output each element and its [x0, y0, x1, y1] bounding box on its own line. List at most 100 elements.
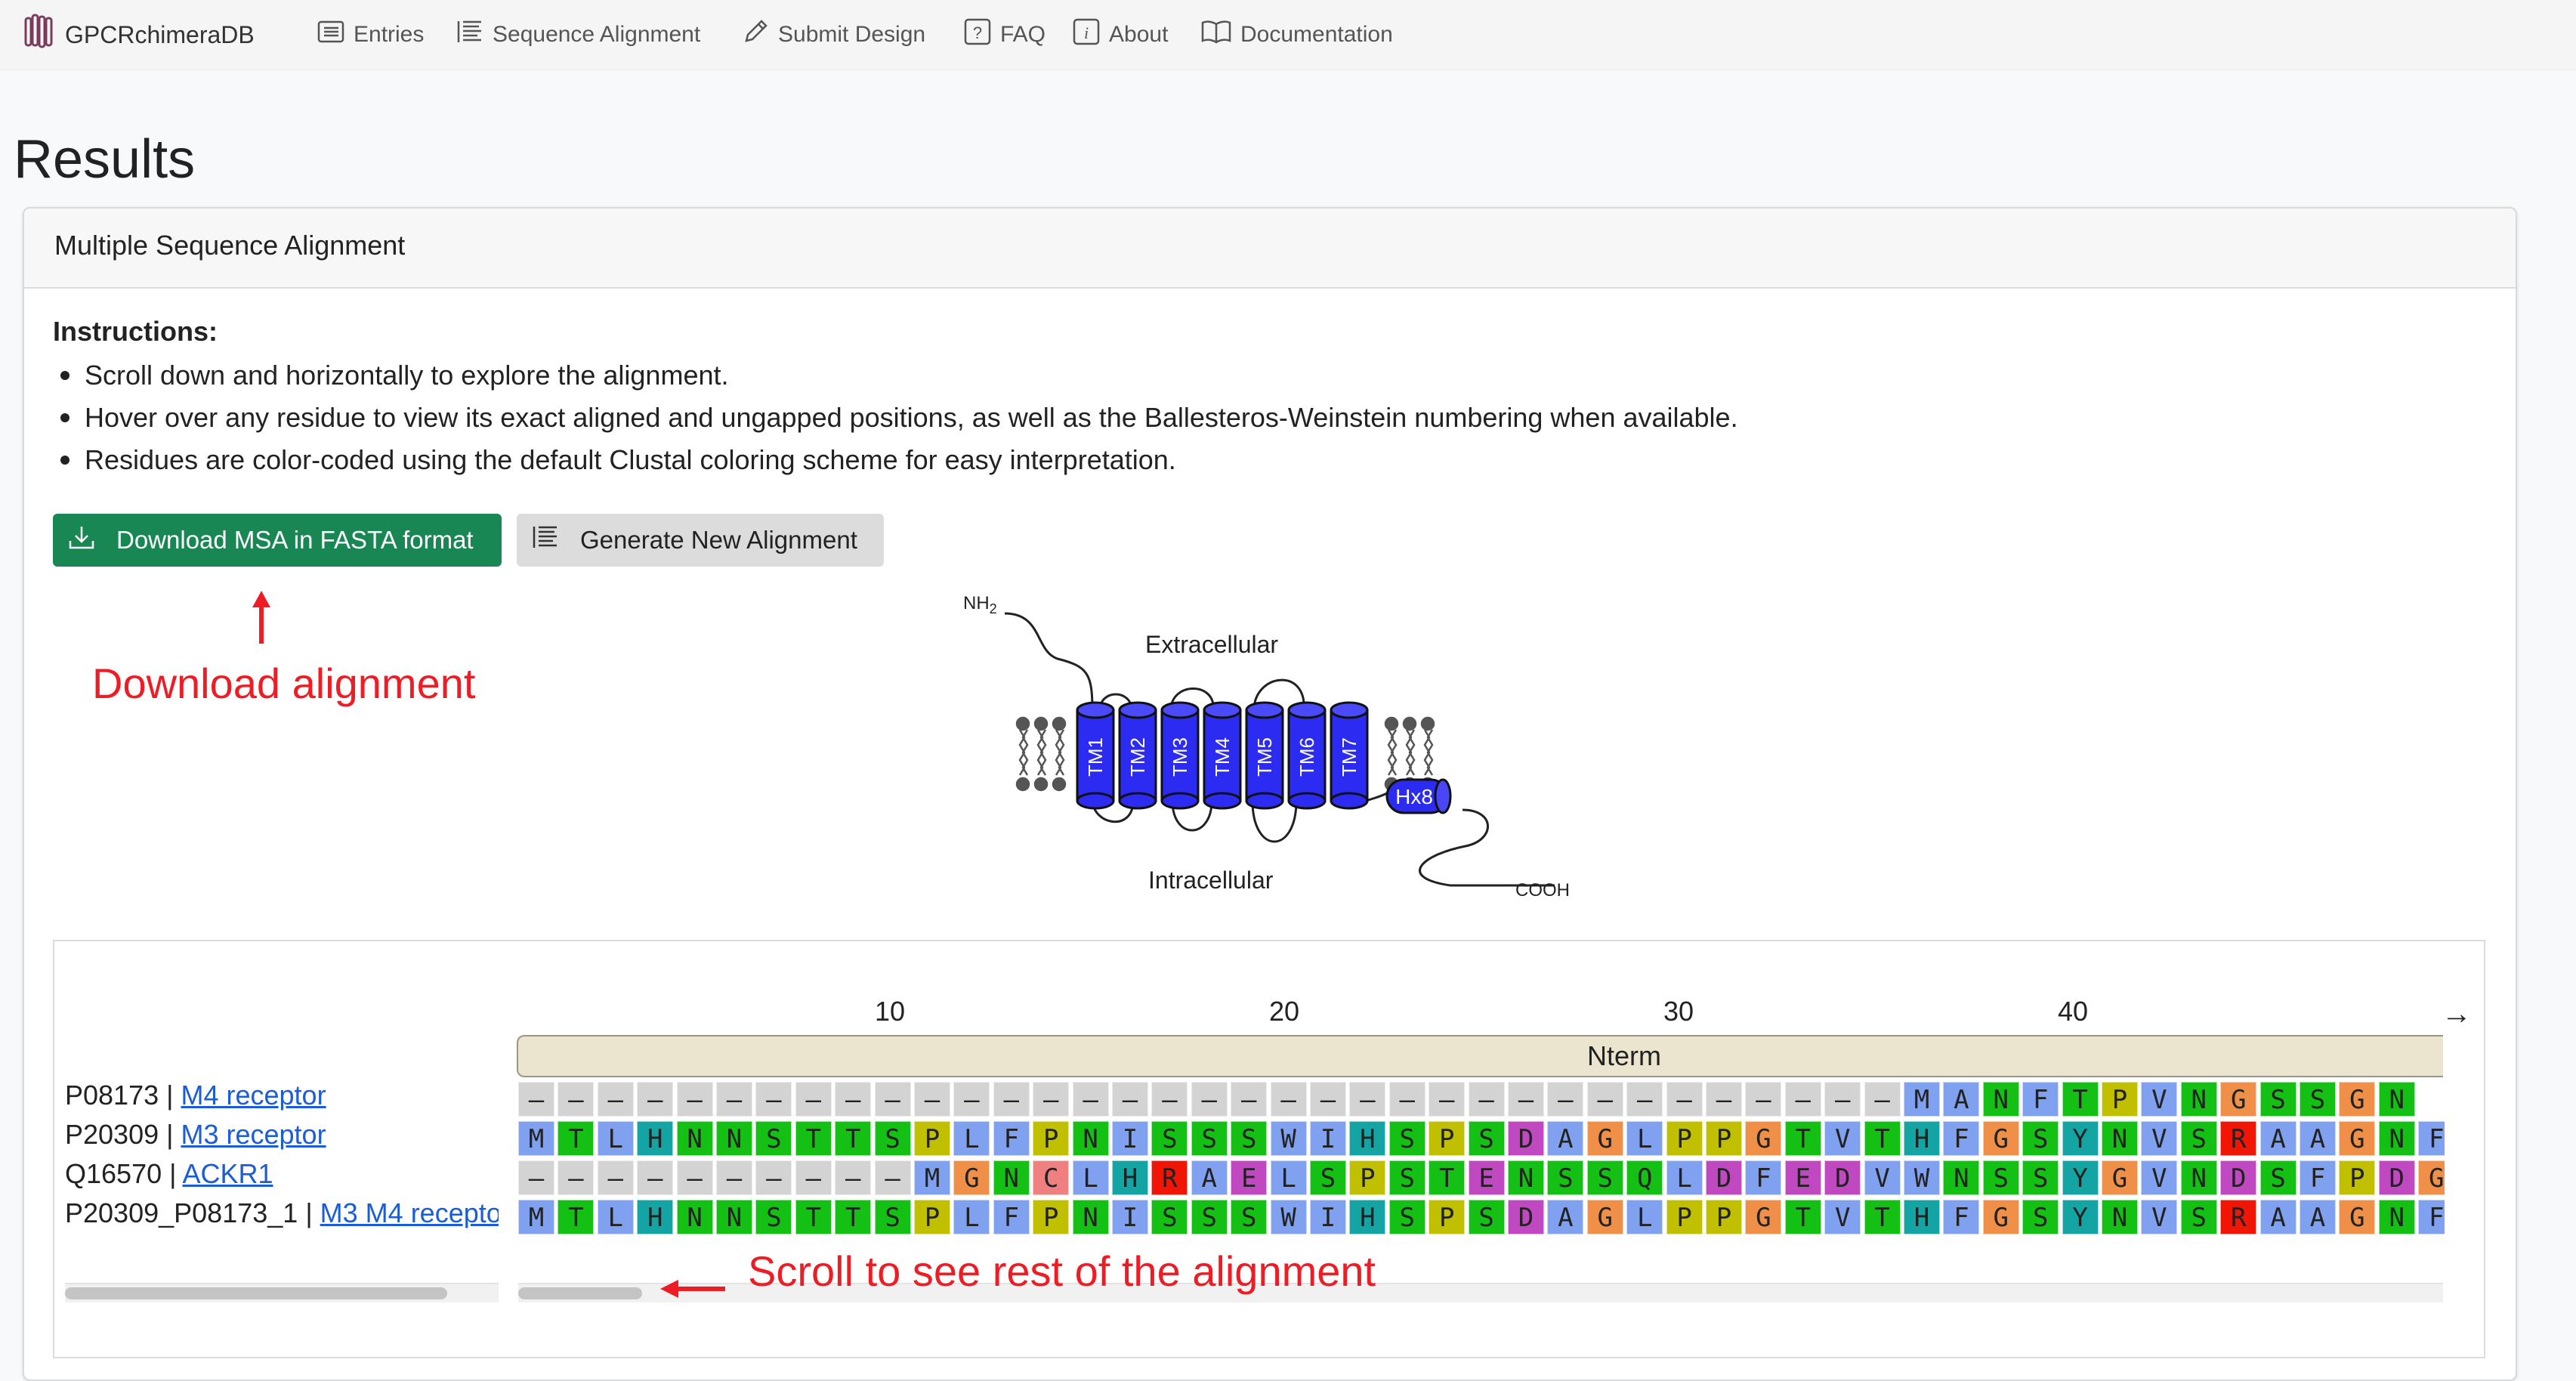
residue-cell[interactable]: F: [2022, 1082, 2059, 1117]
residue-cell[interactable]: T: [795, 1200, 832, 1234]
residue-cell[interactable]: D: [1508, 1121, 1544, 1156]
residue-cell[interactable]: —: [1388, 1082, 1425, 1117]
residue-cell[interactable]: S: [1151, 1200, 1188, 1234]
residue-cell[interactable]: F: [1943, 1121, 1980, 1156]
residue-cell[interactable]: D: [1706, 1160, 1742, 1195]
residue-cell[interactable]: —: [1270, 1082, 1307, 1117]
residue-cell[interactable]: S: [1388, 1121, 1425, 1156]
residue-cell[interactable]: S: [1982, 1160, 2019, 1195]
residue-cell[interactable]: V: [2141, 1121, 2178, 1156]
residue-cell[interactable]: S: [874, 1200, 911, 1234]
residue-cell[interactable]: N: [676, 1200, 713, 1234]
residue-cell[interactable]: G: [2220, 1082, 2257, 1117]
residue-cell[interactable]: N: [716, 1121, 752, 1156]
residue-cell[interactable]: N: [1072, 1200, 1109, 1234]
residue-cell[interactable]: S: [1388, 1200, 1425, 1234]
residue-cell[interactable]: V: [2141, 1160, 2178, 1195]
residue-cell[interactable]: L: [1626, 1200, 1663, 1234]
residue-cell[interactable]: —: [1745, 1082, 1782, 1117]
nav-entries[interactable]: Entries: [317, 18, 424, 51]
residue-cell[interactable]: W: [1270, 1200, 1307, 1234]
residue-cell[interactable]: N: [993, 1160, 1030, 1195]
residue-cell[interactable]: N: [676, 1121, 713, 1156]
residue-cell[interactable]: —: [716, 1082, 752, 1117]
residue-cell[interactable]: N: [1072, 1121, 1109, 1156]
residue-cell[interactable]: —: [1864, 1082, 1901, 1117]
residue-cell[interactable]: G: [2102, 1160, 2138, 1195]
residue-cell[interactable]: L: [1666, 1160, 1703, 1195]
residue-cell[interactable]: V: [1864, 1160, 1901, 1195]
residue-cell[interactable]: N: [1943, 1160, 1980, 1195]
residue-cell[interactable]: V: [2141, 1200, 2178, 1234]
residue-cell[interactable]: S: [755, 1200, 792, 1234]
receptor-link[interactable]: M3 receptor: [181, 1119, 326, 1150]
residue-cell[interactable]: A: [1547, 1121, 1584, 1156]
residue-cell[interactable]: N: [1508, 1160, 1544, 1195]
residue-cell[interactable]: —: [676, 1082, 713, 1117]
residue-cell[interactable]: L: [1270, 1160, 1307, 1195]
residue-cell[interactable]: S: [1468, 1200, 1505, 1234]
residue-cell[interactable]: Y: [2062, 1160, 2099, 1195]
residue-cell[interactable]: I: [1310, 1200, 1346, 1234]
residue-cell[interactable]: F: [1745, 1160, 1782, 1195]
residue-cell[interactable]: L: [953, 1200, 990, 1234]
residue-cell[interactable]: H: [637, 1200, 674, 1234]
residue-cell[interactable]: —: [597, 1160, 634, 1195]
residue-cell[interactable]: V: [1824, 1121, 1861, 1156]
receptor-link[interactable]: M4 receptor: [181, 1080, 326, 1111]
residue-cell[interactable]: T: [1864, 1200, 1901, 1234]
residue-cell[interactable]: W: [1904, 1160, 1940, 1195]
residue-cell[interactable]: G: [1586, 1200, 1623, 1234]
residue-cell[interactable]: —: [1112, 1082, 1148, 1117]
residue-cell[interactable]: S: [2259, 1160, 2296, 1195]
residue-cell[interactable]: G: [1982, 1200, 2019, 1234]
residue-cell[interactable]: W: [1270, 1121, 1307, 1156]
nav-documentation[interactable]: Documentation: [1201, 18, 1393, 51]
residue-cell[interactable]: S: [1468, 1121, 1505, 1156]
residue-cell[interactable]: D: [1824, 1160, 1861, 1195]
residue-cell[interactable]: S: [755, 1121, 792, 1156]
residue-cell[interactable]: P: [914, 1200, 950, 1234]
residue-cell[interactable]: F: [993, 1200, 1030, 1234]
residue-cell[interactable]: —: [637, 1082, 674, 1117]
residue-cell[interactable]: S: [1231, 1200, 1268, 1234]
scrollbar-thumb[interactable]: [518, 1287, 642, 1299]
residue-cell[interactable]: —: [993, 1082, 1030, 1117]
residue-cell[interactable]: —: [1151, 1082, 1188, 1117]
residue-cell[interactable]: —: [795, 1082, 832, 1117]
residue-cell[interactable]: A: [1547, 1200, 1584, 1234]
residue-cell[interactable]: —: [637, 1160, 674, 1195]
residue-cell[interactable]: S: [1191, 1200, 1228, 1234]
residue-cell[interactable]: G: [2339, 1121, 2376, 1156]
residue-cell[interactable]: P: [2102, 1082, 2138, 1117]
residue-cell[interactable]: T: [835, 1121, 872, 1156]
residue-cell[interactable]: T: [1784, 1121, 1821, 1156]
residue-cell[interactable]: S: [874, 1121, 911, 1156]
residue-cell[interactable]: —: [1191, 1082, 1228, 1117]
residue-cell[interactable]: H: [637, 1121, 674, 1156]
residue-cell[interactable]: —: [755, 1160, 792, 1195]
residue-cell[interactable]: —: [835, 1082, 872, 1117]
residue-cell[interactable]: A: [2300, 1200, 2336, 1234]
receptor-link[interactable]: M3 M4 receptor: [320, 1197, 499, 1228]
residue-cell[interactable]: V: [1824, 1200, 1861, 1234]
residue-cell[interactable]: I: [1112, 1200, 1148, 1234]
residue-cell[interactable]: G: [1586, 1121, 1623, 1156]
residue-cell[interactable]: G: [2339, 1082, 2376, 1117]
residue-cell[interactable]: —: [558, 1082, 595, 1117]
residue-cell[interactable]: T: [558, 1200, 595, 1234]
residue-cell[interactable]: G: [2339, 1200, 2376, 1234]
residue-cell[interactable]: L: [953, 1121, 990, 1156]
residue-cell[interactable]: N: [716, 1200, 752, 1234]
residue-cell[interactable]: N: [2378, 1200, 2415, 1234]
residue-cell[interactable]: —: [795, 1160, 832, 1195]
residue-cell[interactable]: G: [2418, 1160, 2445, 1195]
residue-cell[interactable]: S: [2022, 1160, 2059, 1195]
residue-cell[interactable]: —: [755, 1082, 792, 1117]
residue-cell[interactable]: S: [1388, 1160, 1425, 1195]
residue-cell[interactable]: G: [1982, 1121, 2019, 1156]
residue-cell[interactable]: S: [2300, 1082, 2336, 1117]
residue-cell[interactable]: P: [1429, 1121, 1466, 1156]
residue-cell[interactable]: S: [1231, 1121, 1268, 1156]
residue-cell[interactable]: T: [1784, 1200, 1821, 1234]
